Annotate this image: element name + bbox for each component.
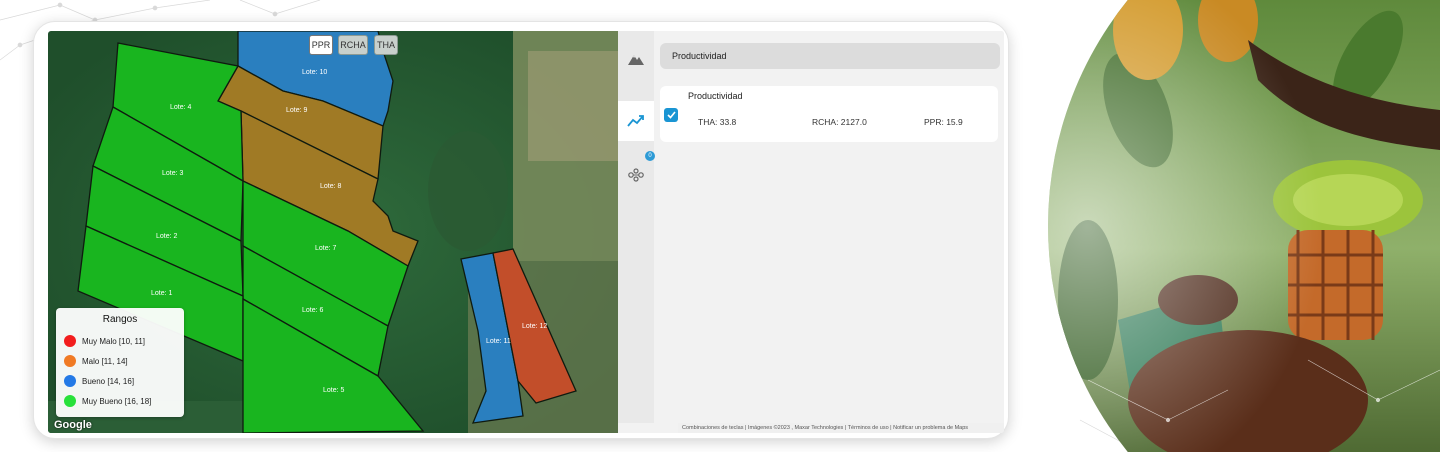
productivity-card: Productividad THA: 33.8 RCHA: 2127.0 PPR… [660,86,998,142]
mountain-icon [628,55,644,65]
lot-label: Lote: 11 [486,338,511,345]
farming-photo-collage [1048,0,1440,452]
lot-label: Lote: 12 [522,323,548,330]
toggle-ppr[interactable]: PPR [309,35,333,55]
rail-productivity-button[interactable] [618,101,654,141]
legend-label: Muy Malo [10, 11] [82,336,145,346]
lot-label: Lote: 1 [151,290,173,297]
legend-dot-muy-malo [64,335,76,347]
lot-label: Lote: 8 [320,183,342,190]
indicator-select-value: Productividad [672,51,727,61]
toggle-tha[interactable]: THA [374,35,398,55]
molecule-icon [628,168,644,182]
toggle-rcha[interactable]: RCHA [338,35,368,55]
legend-item: Muy Malo [10, 11] [64,331,176,351]
legend-title: Rangos [102,314,138,325]
satellite-map[interactable]: Lote: 10 Lote: 9 Lote: 8 Lote: 4 Lote: 3… [48,31,618,433]
page: Lote: 10 Lote: 9 Lote: 8 Lote: 4 Lote: 3… [0,0,1440,452]
lot-label: Lote: 9 [286,107,308,114]
side-panel: 0 Productividad Productividad THA: 33.8 … [618,31,1004,433]
lot-label: Lote: 2 [156,233,178,240]
lot-label: Lote: 5 [323,387,345,394]
legend-item: Malo [11, 14] [64,351,176,371]
laptop-screen-frame: Lote: 10 Lote: 9 Lote: 8 Lote: 4 Lote: 3… [33,21,1009,439]
legend-dot-muy-bueno [64,395,76,407]
legend-item: Muy Bueno [16, 18] [64,391,176,411]
map-legend: Rangos Muy Malo [10, 11] Malo [11, 14] B… [56,308,184,417]
lot-label: Lote: 4 [170,104,192,111]
lot-label: Lote: 3 [162,170,184,177]
indicator-select[interactable]: Productividad [660,43,1000,69]
check-icon [666,111,676,119]
rail-network-button[interactable] [618,159,654,191]
rail-terrain-button[interactable] [618,43,654,75]
card-title: Productividad [688,91,743,101]
productivity-checkbox[interactable] [664,108,678,122]
legend-label: Muy Bueno [16, 18] [82,396,152,406]
metric-rcha: RCHA: 2127.0 [812,117,867,127]
farming-photo [1048,0,1440,452]
trending-up-icon [627,115,644,127]
lot-label: Lote: 6 [302,307,324,314]
map-attribution: Combinaciones de teclas | Imágenes ©2023… [678,423,1004,433]
metric-ppr: PPR: 15.9 [924,117,963,127]
legend-item: Bueno [14, 16] [64,371,176,391]
metric-tha: THA: 33.8 [698,117,737,127]
google-logo: Google [54,419,92,431]
app-screen: Lote: 10 Lote: 9 Lote: 8 Lote: 4 Lote: 3… [48,31,1004,433]
icon-rail: 0 [618,31,655,423]
lot-label: Lote: 10 [302,69,328,76]
legend-dot-bueno [64,375,76,387]
legend-label: Malo [11, 14] [82,356,128,366]
legend-label: Bueno [14, 16] [82,376,135,386]
legend-dot-malo [64,355,76,367]
lot-label: Lote: 7 [315,245,337,252]
